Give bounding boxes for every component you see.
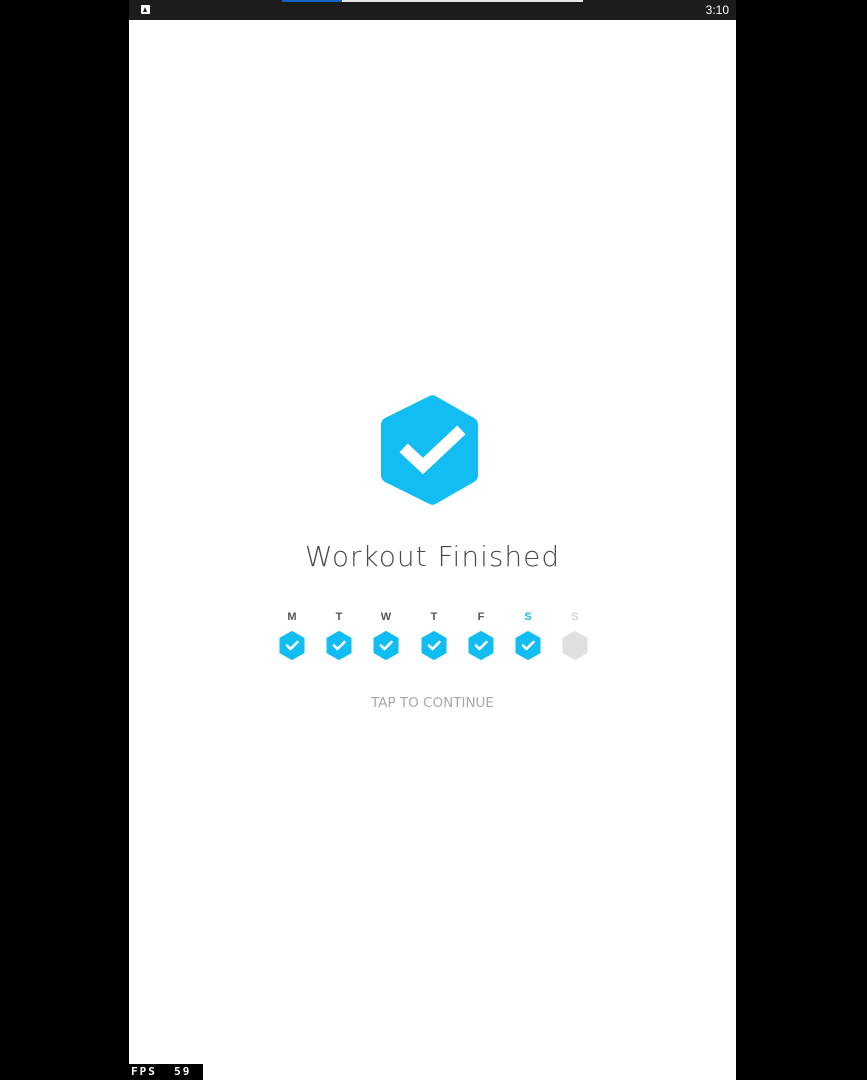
day-letter: S bbox=[524, 611, 532, 623]
fps-value: 59 bbox=[174, 1065, 192, 1078]
weekly-progress: MTWTFSS bbox=[274, 610, 604, 665]
hexagon-check-icon bbox=[326, 631, 352, 660]
app-notification-icon bbox=[141, 5, 150, 14]
hexagon-check-icon bbox=[373, 631, 399, 660]
day-5: S bbox=[510, 610, 546, 665]
day-letter: M bbox=[287, 611, 297, 623]
workout-complete-hero bbox=[129, 390, 736, 510]
download-progress-bar bbox=[282, 0, 583, 2]
day-1: T bbox=[321, 610, 357, 665]
day-3: T bbox=[416, 610, 452, 665]
hexagon-check-icon bbox=[421, 631, 447, 660]
hexagon-check-icon bbox=[468, 631, 494, 660]
fps-label: FPS bbox=[131, 1065, 157, 1078]
day-6: S bbox=[557, 610, 593, 665]
device-screen[interactable]: 3:10 Workout Finished M T W T F S S TAP TO CON… bbox=[129, 0, 736, 1080]
download-progress-fill bbox=[282, 0, 343, 2]
day-0: M bbox=[274, 610, 310, 665]
day-letter: S bbox=[571, 611, 579, 623]
day-letter: F bbox=[477, 611, 485, 623]
status-time: 3:10 bbox=[705, 3, 729, 17]
hexagon-check-icon bbox=[515, 631, 541, 660]
status-bar: 3:10 bbox=[129, 0, 736, 20]
fps-counter: FPS 59 bbox=[129, 1064, 203, 1080]
day-letter: T bbox=[335, 611, 343, 623]
day-2: W bbox=[368, 610, 404, 665]
hexagon-check-icon bbox=[381, 395, 478, 505]
day-letter: W bbox=[380, 611, 392, 623]
day-4: F bbox=[463, 610, 499, 665]
tap-to-continue-button[interactable]: TAP TO CONTINUE bbox=[129, 694, 736, 712]
hexagon-empty-icon bbox=[562, 631, 588, 660]
hexagon-check-icon bbox=[279, 631, 305, 660]
screen-root: 3:10 Workout Finished M T W T F S S TAP TO CON… bbox=[0, 0, 867, 1080]
day-letter: T bbox=[430, 611, 438, 623]
page-title: Workout Finished bbox=[304, 540, 561, 573]
